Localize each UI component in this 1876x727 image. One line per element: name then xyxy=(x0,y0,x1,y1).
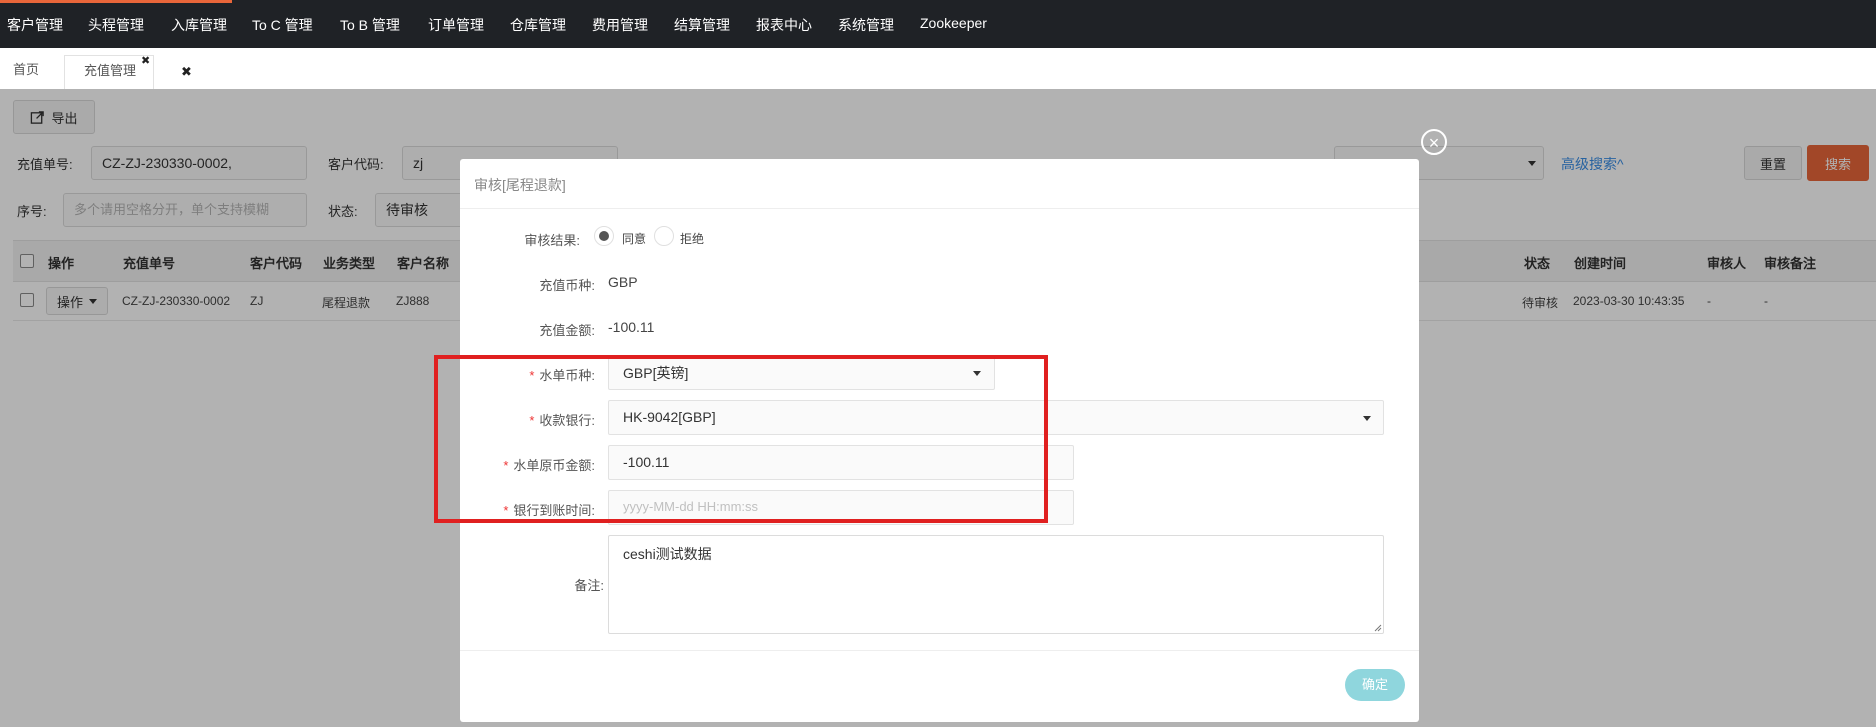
radio-agree[interactable] xyxy=(594,226,614,246)
currency-label: 充值币种: xyxy=(539,278,595,293)
nav-item-customer[interactable]: 客户管理 xyxy=(7,15,63,35)
radio-reject[interactable] xyxy=(654,226,674,246)
tab-bar: 首页 充值管理 ✖ ✖ xyxy=(0,48,1876,90)
remark-textarea[interactable]: ceshi测试数据 xyxy=(608,535,1384,634)
tab-home[interactable]: 首页 xyxy=(0,55,52,89)
amount-value: -100.11 xyxy=(608,319,655,335)
confirm-button[interactable]: 确定 xyxy=(1345,669,1405,701)
dialog-footer-divider xyxy=(460,650,1419,651)
tab-close-icon[interactable]: ✖ xyxy=(141,54,150,67)
audit-result-label: 审核结果: xyxy=(524,233,580,248)
modal-close-icon[interactable]: × xyxy=(1421,129,1447,155)
active-nav-indicator xyxy=(0,0,232,3)
tab-recharge-label: 充值管理 xyxy=(84,63,137,78)
nav-item-first-leg[interactable]: 头程管理 xyxy=(88,15,144,35)
nav-item-warehouse[interactable]: 仓库管理 xyxy=(510,15,566,35)
nav-item-settlement[interactable]: 结算管理 xyxy=(674,15,730,35)
radio-agree-label[interactable]: 同意 xyxy=(622,230,646,247)
dialog-header-divider xyxy=(460,208,1419,209)
nav-item-fees[interactable]: 费用管理 xyxy=(592,15,648,35)
currency-value: GBP xyxy=(608,274,638,290)
nav-item-system[interactable]: 系统管理 xyxy=(838,15,894,35)
nav-item-inbound[interactable]: 入库管理 xyxy=(171,15,227,35)
nav-item-to-c[interactable]: To C 管理 xyxy=(252,15,313,35)
highlight-box xyxy=(434,355,1048,523)
radio-reject-label[interactable]: 拒绝 xyxy=(680,230,704,247)
nav-item-reports[interactable]: 报表中心 xyxy=(756,15,812,35)
nav-item-orders[interactable]: 订单管理 xyxy=(428,15,484,35)
nav-item-zookeeper[interactable]: Zookeeper xyxy=(920,15,987,31)
amount-label: 充值金额: xyxy=(539,323,595,338)
close-all-tabs-icon[interactable]: ✖ xyxy=(181,64,192,80)
dialog-title: 审核[尾程退款] xyxy=(474,177,566,193)
bank-chevron-down-icon xyxy=(1363,416,1371,421)
top-navigation: 客户管理 头程管理 入库管理 To C 管理 To B 管理 订单管理 仓库管理… xyxy=(0,0,1876,48)
nav-item-to-b[interactable]: To B 管理 xyxy=(340,15,400,35)
remark-label: 备注: xyxy=(574,578,604,593)
resize-handle-icon[interactable] xyxy=(1374,624,1382,632)
